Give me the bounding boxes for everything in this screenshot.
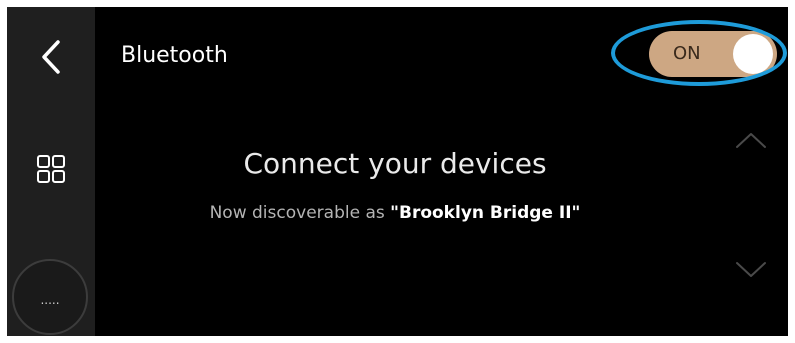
page-title: Bluetooth [121, 43, 228, 68]
device-name: "Brooklyn Bridge II" [390, 203, 581, 223]
more-button[interactable]: ..... [12, 259, 88, 335]
toggle-knob [733, 34, 773, 74]
more-label: ..... [40, 293, 60, 307]
toggle-label: ON [673, 43, 701, 64]
discoverable-prefix: Now discoverable as [209, 203, 391, 223]
scroll-up-button[interactable] [731, 125, 771, 155]
chevron-up-icon [736, 133, 766, 148]
chevron-left-icon [42, 40, 60, 74]
back-button[interactable] [29, 35, 73, 79]
apps-button[interactable] [29, 147, 73, 191]
grid-icon [37, 155, 65, 183]
bluetooth-toggle[interactable]: ON [649, 31, 777, 77]
scroll-down-button[interactable] [731, 255, 771, 285]
chevron-down-icon [736, 262, 766, 277]
sidebar: ..... [7, 7, 95, 336]
connect-heading: Connect your devices [243, 147, 547, 180]
bluetooth-screen: ..... Bluetooth ON Connect your devices … [7, 7, 788, 336]
discoverable-text: Now discoverable as "Brooklyn Bridge II" [95, 203, 695, 223]
